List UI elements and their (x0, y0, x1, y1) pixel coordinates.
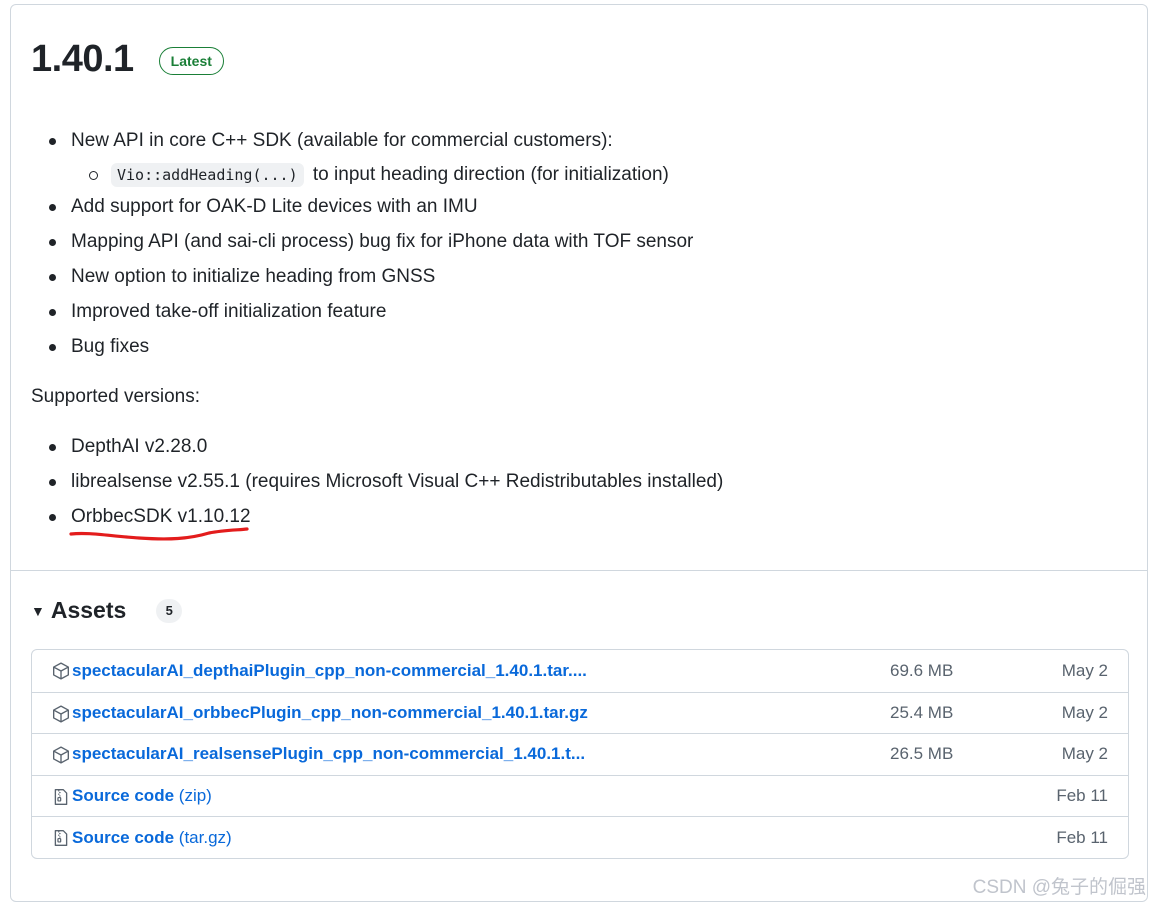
source-code-targz-link[interactable]: Source code (tar.gz) (72, 828, 232, 848)
release-body: 1.40.1 Latest New API in core C++ SDK (a… (31, 5, 1127, 570)
release-subnote-item: Vio::addHeading(...) to input heading di… (89, 160, 669, 190)
red-underline-annotation (69, 527, 249, 541)
asset-row: spectacularAI_depthaiPlugin_cpp_non-comm… (32, 650, 1128, 692)
release-version-title[interactable]: 1.40.1 (31, 35, 134, 83)
assets-title[interactable]: Assets (51, 597, 126, 624)
release-note-item: Bug fixes (48, 329, 693, 364)
asset-row: Source code (zip) Feb 11 (32, 774, 1128, 817)
package-icon (53, 705, 69, 723)
supported-versions-list: DepthAI v2.28.0 librealsense v2.55.1 (re… (48, 429, 723, 534)
asset-date: May 2 (1061, 660, 1108, 680)
watermark: CSDN @兔子的倔强 (972, 877, 1146, 898)
release-note-item: Improved take-off initialization feature (48, 294, 693, 329)
asset-date: Feb 11 (1056, 827, 1108, 847)
subnote-text: to input heading direction (for initiali… (312, 164, 669, 185)
asset-row: spectacularAI_realsensePlugin_cpp_non-co… (32, 733, 1128, 775)
asset-size: 69.6 MB (890, 660, 954, 680)
assets-list: spectacularAI_depthaiPlugin_cpp_non-comm… (31, 649, 1129, 859)
latest-badge: Latest (158, 47, 224, 75)
asset-download-link[interactable]: spectacularAI_realsensePlugin_cpp_non-co… (72, 744, 585, 764)
supported-version-item: DepthAI v2.28.0 (48, 429, 723, 464)
code-snippet: Vio::addHeading(...) (111, 163, 304, 187)
release-title-row: 1.40.1 Latest (31, 35, 224, 83)
release-notes-list: New API in core C++ SDK (available for c… (49, 123, 613, 158)
package-icon (53, 746, 69, 764)
file-zip-icon (54, 788, 68, 805)
release-card: 1.40.1 Latest New API in core C++ SDK (a… (10, 4, 1148, 902)
asset-date: May 2 (1061, 744, 1108, 764)
release-note-item: Mapping API (and sai-cli process) bug fi… (48, 224, 693, 259)
file-zip-icon (54, 830, 68, 847)
asset-download-link[interactable]: spectacularAI_depthaiPlugin_cpp_non-comm… (72, 661, 587, 681)
assets-count-badge: 5 (156, 598, 183, 623)
asset-size: 25.4 MB (890, 702, 954, 722)
release-note-item: Add support for OAK-D Lite devices with … (48, 189, 693, 224)
supported-versions-label: Supported versions: (31, 386, 200, 407)
triangle-down-icon[interactable]: ▼ (31, 603, 45, 619)
assets-header[interactable]: ▼ Assets 5 (31, 597, 183, 624)
asset-row: spectacularAI_orbbecPlugin_cpp_non-comme… (32, 691, 1128, 734)
section-divider (11, 570, 1147, 571)
release-note-item: New API in core C++ SDK (available for c… (49, 123, 613, 158)
package-icon (53, 662, 69, 680)
asset-download-link[interactable]: spectacularAI_orbbecPlugin_cpp_non-comme… (72, 703, 588, 723)
supported-version-item: librealsense v2.55.1 (requires Microsoft… (48, 464, 723, 499)
release-notes-list-continued: Add support for OAK-D Lite devices with … (48, 189, 693, 364)
release-note-item: New option to initialize heading from GN… (48, 259, 693, 294)
source-code-zip-link[interactable]: Source code (zip) (72, 786, 212, 806)
asset-row: Source code (tar.gz) Feb 11 (32, 816, 1128, 858)
asset-date: Feb 11 (1056, 786, 1108, 806)
asset-size: 26.5 MB (890, 744, 954, 764)
asset-date: May 2 (1061, 702, 1108, 722)
